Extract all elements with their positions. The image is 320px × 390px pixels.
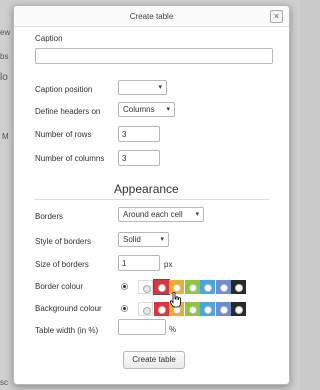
create-table-button[interactable]: Create table bbox=[123, 351, 185, 369]
background-colour-radio[interactable] bbox=[121, 305, 128, 312]
border-size-input[interactable]: 1 bbox=[118, 255, 160, 271]
rows-input[interactable]: 3 bbox=[118, 126, 160, 142]
border-size-unit: px bbox=[164, 260, 173, 269]
section-divider bbox=[35, 199, 270, 200]
borders-select[interactable]: Around each cell ▾ bbox=[118, 207, 204, 222]
swatch-dot bbox=[204, 284, 212, 292]
border-colour-swatch[interactable] bbox=[138, 280, 153, 294]
dialog-title: Create table bbox=[129, 12, 174, 21]
background-text-fragment: ew bbox=[0, 28, 11, 37]
caption-position-label: Caption position bbox=[35, 85, 93, 94]
swatch-dot bbox=[219, 306, 228, 314]
border-colour-radio[interactable] bbox=[121, 283, 128, 290]
close-icon[interactable]: × bbox=[270, 10, 283, 23]
caption-label: Caption bbox=[35, 34, 63, 43]
chevron-down-icon: ▾ bbox=[166, 106, 170, 113]
chevron-down-icon: ▾ bbox=[158, 84, 162, 91]
border-colour-swatch[interactable] bbox=[152, 279, 170, 295]
background-colour-label: Background colour bbox=[35, 304, 102, 313]
chevron-down-icon: ▾ bbox=[160, 236, 164, 243]
border-colour-swatch[interactable] bbox=[184, 280, 200, 294]
appearance-heading: Appearance bbox=[114, 182, 179, 196]
swatch-dot bbox=[188, 306, 197, 314]
border-colour-swatch[interactable] bbox=[231, 280, 246, 294]
swatch-dot bbox=[235, 284, 243, 292]
background-colour-swatch[interactable] bbox=[200, 302, 215, 316]
background-colour-swatch[interactable] bbox=[231, 302, 246, 316]
define-headers-value: Columns bbox=[123, 105, 155, 114]
caption-position-select[interactable]: ▾ bbox=[118, 80, 167, 95]
define-headers-label: Define headers on bbox=[35, 107, 101, 116]
background-text-fragment: M bbox=[2, 132, 9, 141]
columns-input[interactable]: 3 bbox=[118, 150, 160, 166]
background-colour-swatch[interactable] bbox=[138, 302, 153, 316]
hand-pointer-icon bbox=[170, 292, 181, 308]
border-style-select[interactable]: Solid ▾ bbox=[118, 232, 169, 247]
background-colour-swatch[interactable] bbox=[153, 302, 169, 316]
swatch-dot bbox=[157, 306, 166, 314]
dialog-titlebar: Create table × bbox=[14, 6, 289, 27]
background-text-fragment: sc bbox=[0, 378, 8, 387]
background-colour-swatch[interactable] bbox=[184, 302, 200, 316]
border-colour-swatch[interactable] bbox=[200, 280, 215, 294]
background-text-fragment: bs bbox=[0, 52, 9, 61]
background-colour-swatch[interactable] bbox=[215, 302, 231, 316]
border-colour-swatch[interactable] bbox=[215, 280, 231, 294]
border-size-label: Size of borders bbox=[35, 260, 89, 269]
borders-value: Around each cell bbox=[123, 210, 183, 219]
swatch-dot bbox=[157, 284, 166, 292]
swatch-dot bbox=[173, 284, 181, 292]
swatch-dot bbox=[235, 306, 243, 314]
swatch-dot bbox=[204, 306, 212, 314]
chevron-down-icon: ▾ bbox=[195, 211, 199, 218]
table-width-label: Table width (in %) bbox=[35, 326, 99, 335]
swatch-dot bbox=[143, 307, 151, 315]
define-headers-select[interactable]: Columns ▾ bbox=[118, 102, 175, 117]
table-width-input[interactable] bbox=[118, 319, 166, 335]
borders-label: Borders bbox=[35, 212, 64, 221]
border-colour-label: Border colour bbox=[35, 282, 84, 291]
swatch-dot bbox=[188, 284, 197, 292]
background-text-fragment: lo bbox=[0, 72, 8, 83]
swatch-dot bbox=[143, 285, 151, 293]
columns-label: Number of columns bbox=[35, 154, 105, 163]
swatch-dot bbox=[219, 284, 228, 292]
create-table-dialog: Create table × Caption Caption position … bbox=[13, 5, 290, 385]
caption-input[interactable] bbox=[35, 48, 273, 64]
table-width-unit: % bbox=[169, 325, 177, 334]
border-style-label: Style of borders bbox=[35, 237, 92, 246]
rows-label: Number of rows bbox=[35, 130, 92, 139]
border-style-value: Solid bbox=[123, 235, 141, 244]
